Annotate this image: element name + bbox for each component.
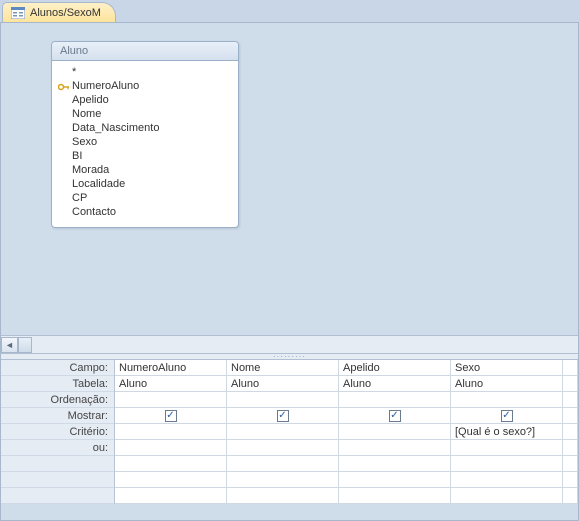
grid-cell[interactable]: Apelido [339,360,451,376]
grid-cell[interactable] [451,456,563,472]
grid-cell[interactable] [451,392,563,408]
field-item[interactable]: Contacto [56,205,234,219]
tab-bar: Alunos/SexoM [0,0,579,22]
field-item[interactable]: Apelido [56,93,234,107]
label-tabela: Tabela: [1,376,114,392]
grid-cell[interactable] [115,472,227,488]
grid-cell[interactable] [451,488,563,504]
field-name: Contacto [72,206,116,218]
grid-cell[interactable] [115,424,227,440]
scroll-track[interactable] [18,337,578,353]
grid-cell[interactable] [339,456,451,472]
label-criterio: Critério: [1,424,114,440]
design-grid: Campo: Tabela: Ordenação: Mostrar: Crité… [1,360,578,504]
grid-cell[interactable]: [Qual é o sexo?] [451,424,563,440]
relationships-pane[interactable]: Aluno * NumeroAluno Apelido Nome Data_Nascim… [1,23,578,353]
field-name: NumeroAluno [72,80,139,92]
grid-cell[interactable] [563,408,578,424]
field-item[interactable]: Localidade [56,177,234,191]
field-item[interactable]: * [56,65,234,79]
grid-cell[interactable] [563,456,578,472]
row-labels: Campo: Tabela: Ordenação: Mostrar: Crité… [1,360,115,504]
primary-key-icon [58,82,70,92]
field-item[interactable]: NumeroAluno [56,79,234,93]
field-name: Sexo [72,136,97,148]
grid-cell[interactable] [227,472,339,488]
field-item[interactable]: Morada [56,163,234,177]
field-name: Nome [72,108,101,120]
grid-cell[interactable] [227,440,339,456]
table-aluno[interactable]: Aluno * NumeroAluno Apelido Nome Data_Nascim… [51,41,239,228]
field-name: CP [72,192,87,204]
show-checkbox[interactable]: ✓ [501,410,513,422]
grid-cell[interactable] [563,392,578,408]
grid-cell[interactable] [227,424,339,440]
grid-cell[interactable] [115,440,227,456]
query-design-view: Aluno *NumeroAlunoApelidoNomeData_Nascim… [0,22,579,521]
grid-cell[interactable] [563,440,578,456]
field-name: Apelido [72,94,109,106]
tab-title: Alunos/SexoM [30,7,101,19]
grid-cell[interactable]: Aluno [115,376,227,392]
grid-cell[interactable]: Aluno [451,376,563,392]
grid-cell[interactable] [339,440,451,456]
field-item[interactable]: CP [56,191,234,205]
grid-cell[interactable]: ✓ [339,408,451,424]
scroll-thumb[interactable] [18,337,32,353]
horizontal-scrollbar[interactable]: ◄ [1,335,578,353]
grid-cell[interactable] [115,456,227,472]
label-mostrar: Mostrar: [1,408,114,424]
grid-cell[interactable]: Sexo [451,360,563,376]
field-name: Data_Nascimento [72,122,159,134]
grid-cell[interactable] [451,440,563,456]
field-name: * [72,66,76,78]
grid-cell[interactable] [563,424,578,440]
pane-splitter[interactable]: ········· [1,353,578,360]
grid-cell[interactable] [563,360,578,376]
grid-cell[interactable]: ✓ [227,408,339,424]
field-item[interactable]: Sexo [56,135,234,149]
grid-cell[interactable]: Nome [227,360,339,376]
label-ordenacao: Ordenação: [1,392,114,408]
grid-cell[interactable] [227,392,339,408]
field-item[interactable]: BI [56,149,234,163]
grid-cell[interactable] [563,472,578,488]
show-checkbox[interactable]: ✓ [389,410,401,422]
scroll-left-button[interactable]: ◄ [1,337,18,353]
show-checkbox[interactable]: ✓ [165,410,177,422]
grid-cell[interactable] [451,472,563,488]
grid-cell[interactable]: Aluno [339,376,451,392]
table-header[interactable]: Aluno [52,42,238,61]
grid-cell[interactable] [339,424,451,440]
grid-cell[interactable]: NumeroAluno [115,360,227,376]
grid-cell[interactable] [339,472,451,488]
label-campo: Campo: [1,360,114,376]
show-checkbox[interactable]: ✓ [277,410,289,422]
grid-cell[interactable] [563,488,578,504]
grid-cell[interactable] [227,456,339,472]
field-name: BI [72,150,82,162]
grid-cells: NumeroAlunoNomeApelidoSexoAlunoAlunoAlun… [115,360,578,504]
grid-cell[interactable]: ✓ [451,408,563,424]
grid-cell[interactable] [563,376,578,392]
grid-cell[interactable]: Aluno [227,376,339,392]
field-list: * NumeroAluno Apelido Nome Data_Nascimento Se… [52,61,238,227]
grid-cell[interactable] [115,488,227,504]
grid-cell[interactable]: ✓ [115,408,227,424]
field-item[interactable]: Nome [56,107,234,121]
grid-cell[interactable] [339,392,451,408]
grid-cell[interactable] [339,488,451,504]
label-ou: ou: [1,440,114,456]
field-name: Localidade [72,178,125,190]
query-icon [11,7,25,19]
field-name: Morada [72,164,109,176]
grid-cell[interactable] [227,488,339,504]
grid-cell[interactable] [115,392,227,408]
field-item[interactable]: Data_Nascimento [56,121,234,135]
tab-alunos-sexom[interactable]: Alunos/SexoM [2,2,116,22]
